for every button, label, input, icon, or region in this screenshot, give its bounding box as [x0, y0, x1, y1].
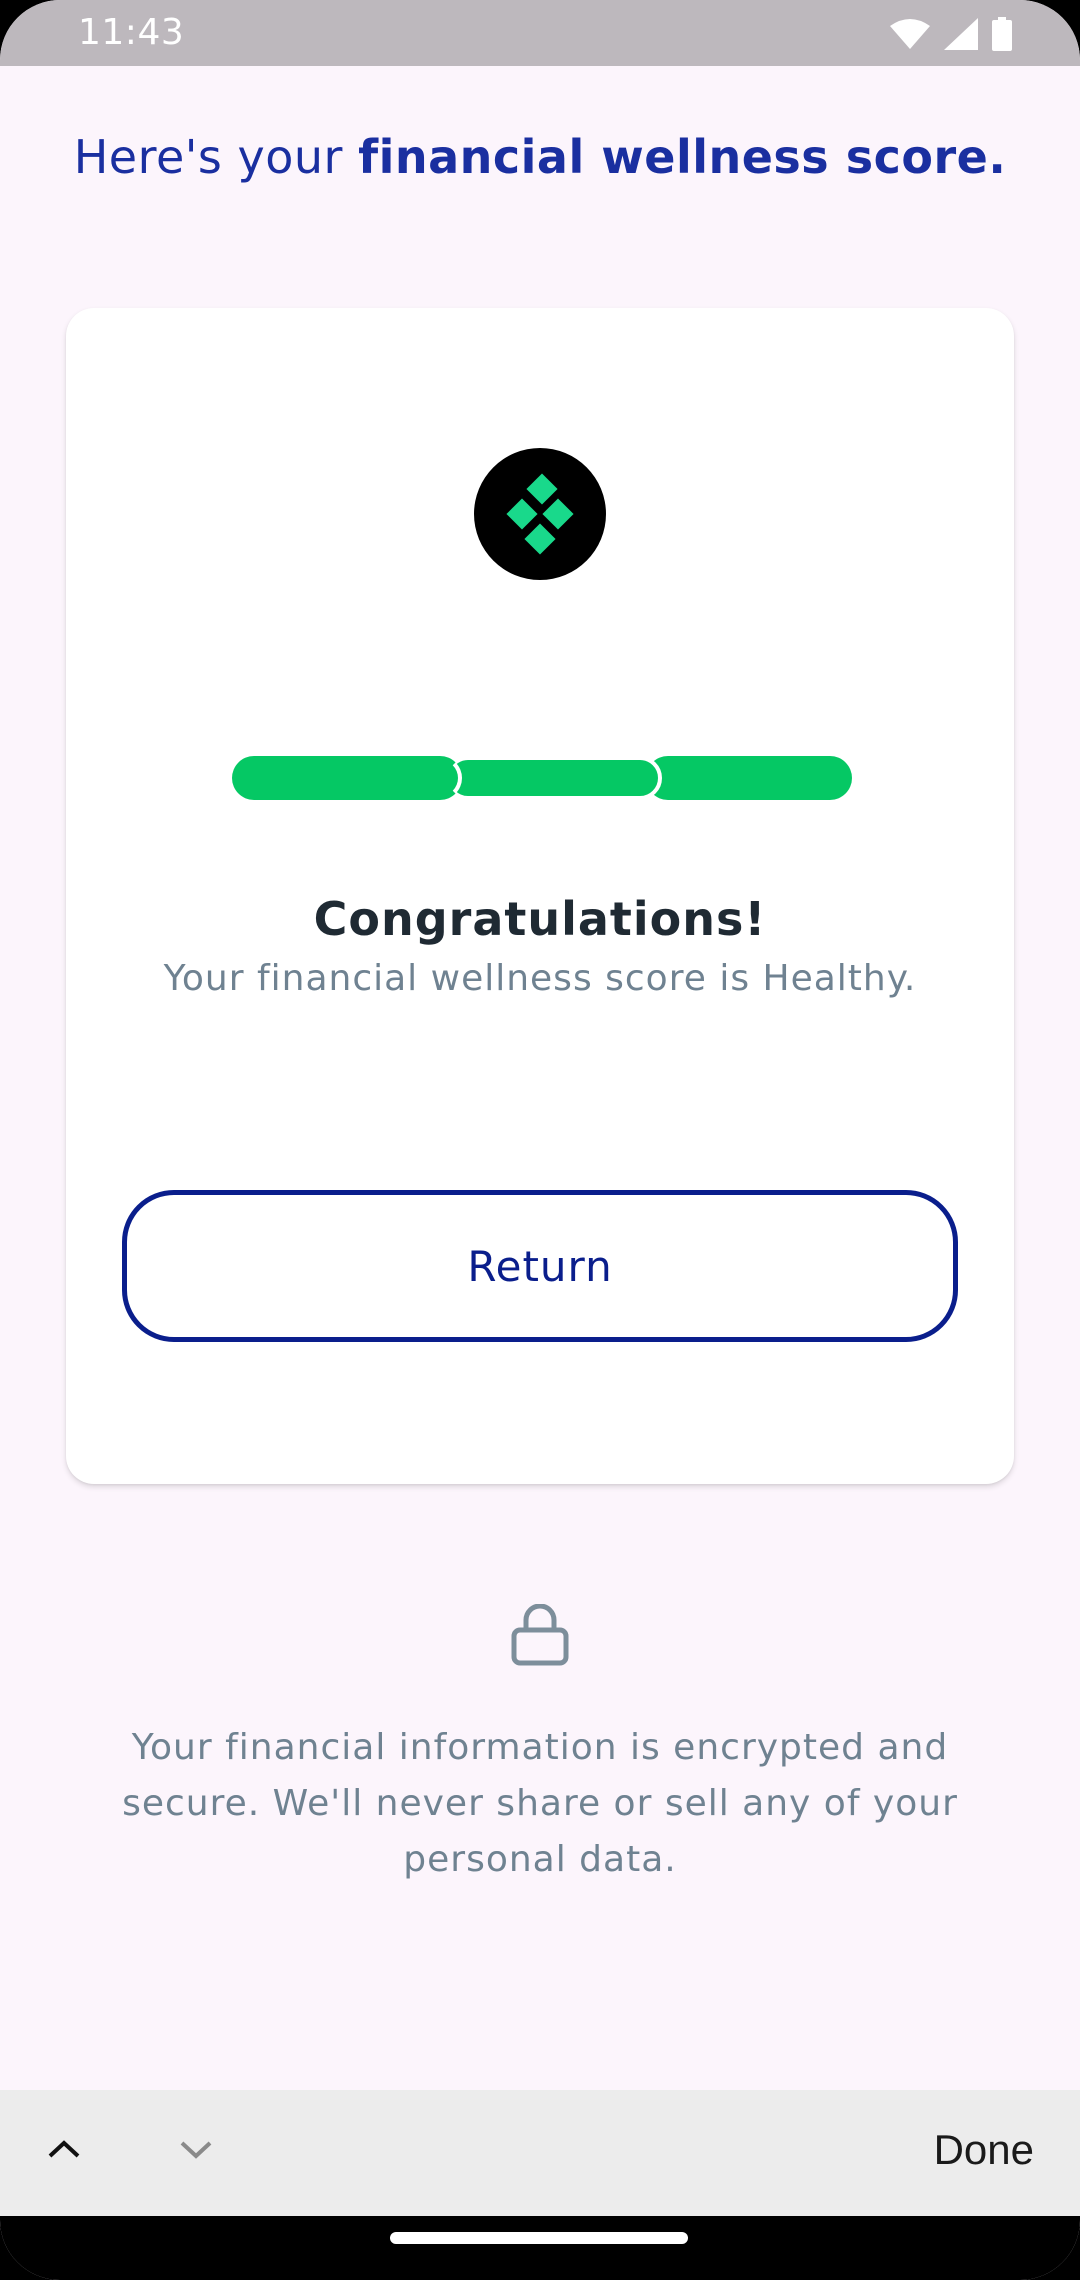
status-bar: 11:43: [0, 0, 1080, 66]
battery-icon: [992, 17, 1012, 51]
signal-icon: [944, 18, 978, 50]
wifi-icon: [890, 19, 930, 49]
meter-segment-1: [232, 756, 462, 800]
home-indicator[interactable]: [390, 2232, 688, 2244]
result-title: Congratulations!: [313, 892, 767, 946]
meter-segment-3: [646, 756, 852, 800]
headline-prefix: Here's your: [73, 130, 359, 184]
score-meter: [232, 756, 852, 800]
score-card: Congratulations! Your financial wellness…: [66, 308, 1014, 1484]
meter-segment-2: [446, 756, 662, 800]
diamond-grid-icon: [474, 448, 606, 580]
chevron-down-icon[interactable]: [176, 2134, 216, 2164]
return-button[interactable]: Return: [122, 1190, 958, 1342]
keyboard-accessory-bar: Done: [0, 2090, 1080, 2216]
security-note: Your financial information is encrypted …: [122, 1727, 958, 1880]
done-button[interactable]: Done: [934, 2126, 1034, 2174]
lock-icon: [511, 1604, 569, 1666]
chevron-up-icon[interactable]: [44, 2134, 84, 2164]
navigation-bar: [0, 2216, 1080, 2280]
headline-emphasis: financial wellness score.: [358, 130, 1007, 184]
page-headline: Here's your financial wellness score.: [0, 130, 1080, 184]
status-time: 11:43: [78, 12, 185, 53]
app-screen: 11:43 Here's your financial wellness sco…: [0, 0, 1080, 2280]
status-icons: [890, 16, 1012, 52]
result-subtitle: Your financial wellness score is Healthy…: [163, 958, 917, 999]
